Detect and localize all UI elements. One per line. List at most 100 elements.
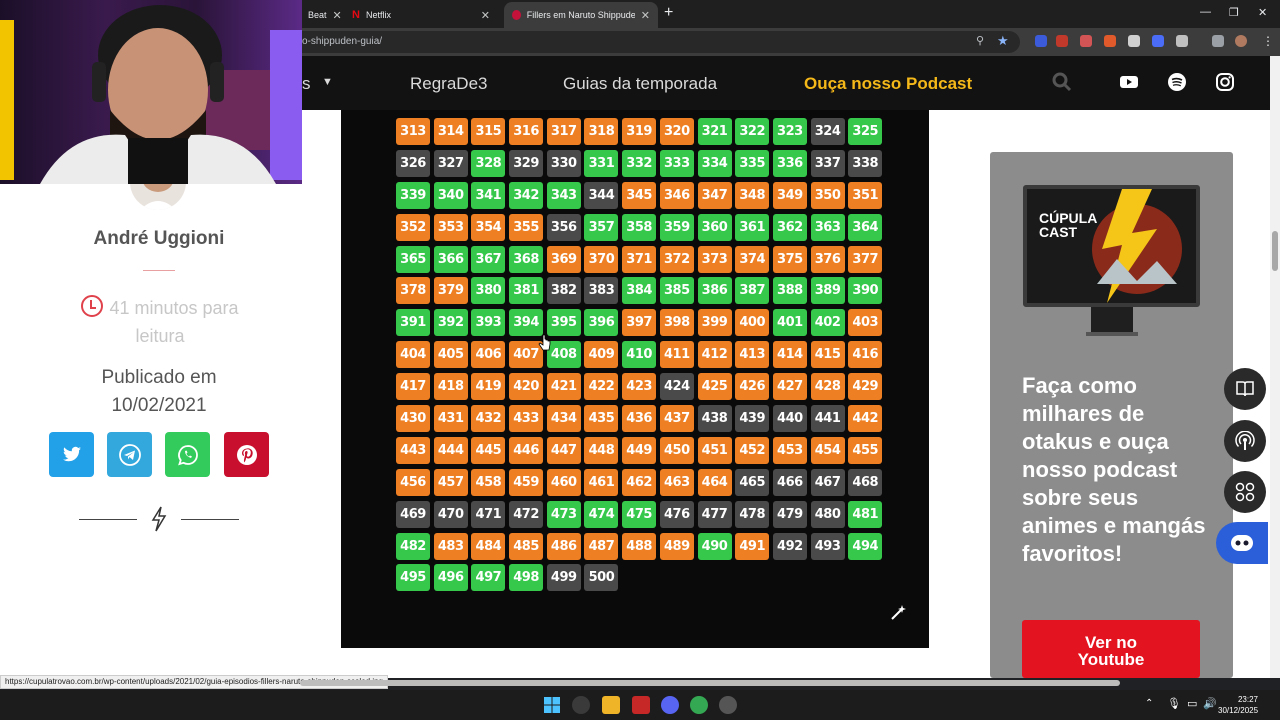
share-twitter-button[interactable]: [49, 432, 94, 477]
horizontal-scrollbar[interactable]: [300, 680, 1120, 686]
menu-icon[interactable]: [1212, 35, 1224, 47]
extensions-puzzle-icon[interactable]: [1176, 35, 1188, 47]
nav-link-partial[interactable]: s: [302, 74, 311, 94]
chevron-down-icon[interactable]: ▼: [322, 76, 333, 88]
close-icon[interactable]: ✕: [333, 9, 342, 22]
scrollbar-thumb[interactable]: [1272, 231, 1278, 271]
extension-icon[interactable]: [1128, 35, 1140, 47]
vertical-scrollbar[interactable]: [1270, 56, 1280, 678]
episode-475: 475: [622, 500, 657, 528]
close-window-icon[interactable]: ✕: [1258, 6, 1267, 19]
podcast-button[interactable]: [1224, 420, 1266, 462]
nav-link-regrade3[interactable]: RegraDe3: [410, 74, 488, 94]
chrome-profile-icon[interactable]: [690, 696, 708, 714]
episode-346: 346: [659, 181, 694, 209]
restore-icon[interactable]: ❐: [1229, 6, 1239, 19]
minimize-icon[interactable]: —: [1200, 6, 1211, 18]
episode-369: 369: [546, 245, 581, 273]
search-icon[interactable]: [1052, 72, 1072, 92]
apps-button[interactable]: [1224, 471, 1266, 513]
zoom-icon[interactable]: ⚲: [976, 34, 984, 47]
youtube-icon[interactable]: [1119, 72, 1139, 92]
episode-428: 428: [810, 373, 845, 401]
tab-fillers[interactable]: Fillers em Naruto Shippuden: s ✕: [504, 2, 658, 28]
episode-331: 331: [584, 149, 619, 177]
windows-start-icon[interactable]: [543, 696, 561, 714]
episode-412: 412: [697, 341, 732, 369]
episode-320: 320: [659, 118, 694, 145]
episode-414: 414: [772, 341, 807, 369]
episode-496: 496: [433, 564, 468, 592]
obs-icon[interactable]: [719, 696, 737, 714]
episode-397: 397: [622, 309, 657, 337]
episode-366: 366: [433, 245, 468, 273]
nav-link-guias[interactable]: Guias da temporada: [563, 74, 717, 94]
magic-wand-icon[interactable]: [889, 604, 907, 622]
episode-453: 453: [772, 436, 807, 464]
volume-icon[interactable]: 🔊: [1203, 697, 1217, 710]
new-tab-icon[interactable]: +: [664, 4, 673, 22]
microphone-icon[interactable]: 🎙: [1167, 697, 1181, 710]
episode-365: 365: [396, 245, 430, 273]
nav-link-podcast[interactable]: Ouça nosso Podcast: [804, 74, 972, 94]
cast-title: CÚPULA CAST: [1039, 210, 1097, 240]
tab-beat[interactable]: Beat ✕: [300, 2, 342, 28]
profile-avatar-icon[interactable]: [1235, 35, 1247, 47]
episode-413: 413: [735, 341, 770, 369]
bookmark-star-icon[interactable]: ★: [997, 33, 1009, 49]
episode-478: 478: [735, 500, 770, 528]
episode-377: 377: [848, 245, 883, 273]
tab-netflix[interactable]: N Netflix ✕: [344, 2, 498, 28]
watch-youtube-button[interactable]: Ver no Youtube: [1022, 620, 1200, 678]
episode-500: 500: [584, 564, 619, 592]
episode-485: 485: [509, 532, 544, 560]
extension-icon[interactable]: [1104, 35, 1116, 47]
share-telegram-button[interactable]: [107, 432, 152, 477]
instagram-icon[interactable]: [1215, 72, 1235, 92]
episode-484: 484: [471, 532, 506, 560]
episode-351: 351: [848, 181, 883, 209]
episode-443: 443: [396, 436, 430, 464]
chrome-icon[interactable]: [572, 696, 590, 714]
close-icon[interactable]: ✕: [641, 9, 650, 22]
screen: Beat ✕ N Netflix ✕ Fillers em Naruto Shi…: [0, 0, 1280, 720]
chevron-up-icon[interactable]: ⌃: [1145, 698, 1153, 709]
chat-assistant-button[interactable]: [1216, 522, 1268, 564]
episode-474: 474: [584, 500, 619, 528]
episode-479: 479: [772, 500, 807, 528]
voicemeeter-icon[interactable]: [632, 696, 650, 714]
divider: [79, 519, 137, 520]
episode-guide-image[interactable]: 313 314 315 316 317 318 319 320 321 322 323 324 325 3…: [341, 110, 929, 648]
extension-icon[interactable]: [1152, 35, 1164, 47]
episode-434: 434: [546, 405, 581, 433]
episode-384: 384: [622, 277, 657, 305]
network-icon[interactable]: ▭: [1187, 697, 1197, 710]
close-icon[interactable]: ✕: [481, 9, 490, 22]
twitter-icon: [62, 446, 81, 461]
extension-icon[interactable]: [1056, 35, 1068, 47]
file-explorer-icon[interactable]: [602, 696, 620, 714]
omnibox[interactable]: o-shippuden-guia/ ⚲ ★: [290, 31, 1020, 53]
episode-362: 362: [772, 213, 807, 241]
episode-329: 329: [509, 149, 544, 177]
system-clock[interactable]: 23:27 30/12/2025: [1218, 694, 1258, 716]
extension-icon[interactable]: [1035, 35, 1047, 47]
episode-473: 473: [546, 500, 581, 528]
spotify-icon[interactable]: [1167, 72, 1187, 92]
reader-mode-button[interactable]: [1224, 368, 1266, 410]
episode-383: 383: [584, 277, 619, 305]
discord-icon[interactable]: [661, 696, 679, 714]
episode-472: 472: [509, 500, 544, 528]
share-pinterest-button[interactable]: [224, 432, 269, 477]
episode-357: 357: [584, 213, 619, 241]
author-name[interactable]: André Uggioni: [0, 228, 318, 250]
extension-icon[interactable]: [1080, 35, 1092, 47]
episode-402: 402: [810, 309, 845, 337]
episode-498: 498: [509, 564, 544, 592]
share-whatsapp-button[interactable]: [165, 432, 210, 477]
kebab-menu-icon[interactable]: ⋮: [1262, 34, 1274, 48]
episode-464: 464: [697, 468, 732, 496]
episode-450: 450: [659, 436, 694, 464]
episode-460: 460: [546, 468, 581, 496]
grid-icon: [1235, 482, 1255, 502]
